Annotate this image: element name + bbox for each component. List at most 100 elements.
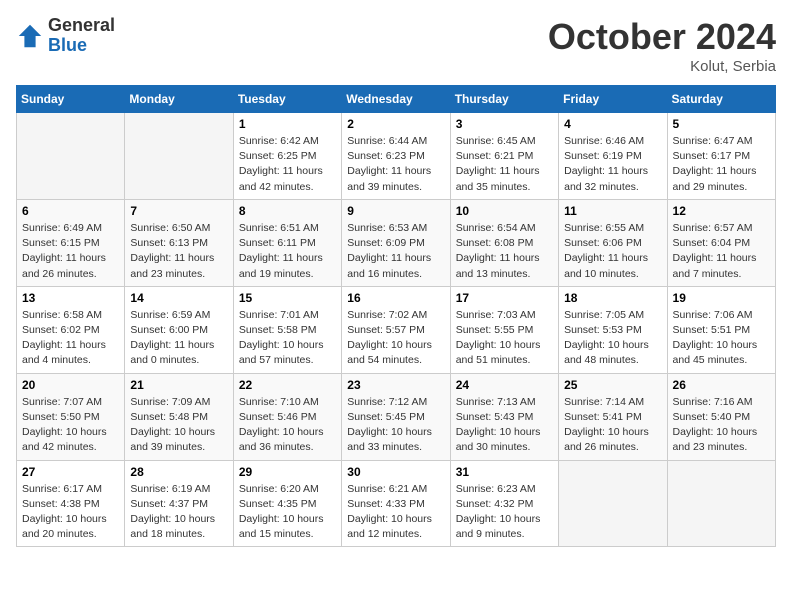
calendar-cell: 9Sunrise: 6:53 AMSunset: 6:09 PMDaylight… <box>342 199 450 286</box>
day-number: 4 <box>564 117 661 131</box>
calendar-cell: 16 Sunrise: 7:02 AMSunset: 5:57 PMDayligh… <box>342 286 450 373</box>
day-number: 28 <box>130 465 227 479</box>
day-number: 6 <box>22 204 119 218</box>
weekday-header: Friday <box>559 86 667 113</box>
day-info: Sunrise: 6:55 AMSunset: 6:06 PMDaylight:… <box>564 221 661 282</box>
calendar-cell: 21 Sunrise: 7:09 AMSunset: 5:48 PMDayligh… <box>125 373 233 460</box>
logo-icon <box>16 22 44 50</box>
calendar-cell: 23Sunrise: 7:12 AMSunset: 5:45 PMDayligh… <box>342 373 450 460</box>
day-number: 15 <box>239 291 336 305</box>
day-number: 1 <box>239 117 336 131</box>
day-info: Sunrise: 7:06 AMSunset: 5:51 PMDaylight:… <box>673 308 770 369</box>
day-info: Sunrise: 7:01 AMSunset: 5:58 PMDaylight:… <box>239 308 336 369</box>
month-title: October 2024 <box>548 16 776 58</box>
calendar-cell: 3 Sunrise: 6:45 AMSunset: 6:21 PMDaylight… <box>450 113 558 200</box>
logo-text: General Blue <box>48 16 115 56</box>
logo-blue: Blue <box>48 36 115 56</box>
weekday-header: Thursday <box>450 86 558 113</box>
day-number: 21 <box>130 378 227 392</box>
calendar-cell: 17 Sunrise: 7:03 AMSunset: 5:55 PMDayligh… <box>450 286 558 373</box>
calendar-cell <box>559 460 667 547</box>
weekday-header: Tuesday <box>233 86 341 113</box>
day-number: 31 <box>456 465 553 479</box>
day-number: 30 <box>347 465 444 479</box>
day-number: 7 <box>130 204 227 218</box>
day-number: 13 <box>22 291 119 305</box>
day-number: 24 <box>456 378 553 392</box>
calendar-week-row: 1 Sunrise: 6:42 AMSunset: 6:25 PMDaylight… <box>17 113 776 200</box>
day-number: 17 <box>456 291 553 305</box>
calendar-cell: 29Sunrise: 6:20 AMSunset: 4:35 PMDayligh… <box>233 460 341 547</box>
day-number: 18 <box>564 291 661 305</box>
calendar-cell: 31 Sunrise: 6:23 AMSunset: 4:32 PMDayligh… <box>450 460 558 547</box>
day-info: Sunrise: 6:42 AMSunset: 6:25 PMDaylight:… <box>239 134 336 195</box>
logo-general: General <box>48 16 115 36</box>
title-block: October 2024 Kolut, Serbia <box>548 16 776 75</box>
weekday-header: Sunday <box>17 86 125 113</box>
day-number: 14 <box>130 291 227 305</box>
calendar-cell: 7Sunrise: 6:50 AMSunset: 6:13 PMDaylight… <box>125 199 233 286</box>
day-number: 29 <box>239 465 336 479</box>
day-info: Sunrise: 6:49 AMSunset: 6:15 PMDaylight:… <box>22 221 119 282</box>
day-number: 10 <box>456 204 553 218</box>
calendar-cell: 11 Sunrise: 6:55 AMSunset: 6:06 PMDayligh… <box>559 199 667 286</box>
day-number: 3 <box>456 117 553 131</box>
day-number: 5 <box>673 117 770 131</box>
day-info: Sunrise: 7:09 AMSunset: 5:48 PMDaylight:… <box>130 395 227 456</box>
calendar-cell: 10Sunrise: 6:54 AMSunset: 6:08 PMDayligh… <box>450 199 558 286</box>
calendar-cell: 22 Sunrise: 7:10 AMSunset: 5:46 PMDayligh… <box>233 373 341 460</box>
day-info: Sunrise: 7:02 AMSunset: 5:57 PMDaylight:… <box>347 308 444 369</box>
day-info: Sunrise: 6:23 AMSunset: 4:32 PMDaylight:… <box>456 482 553 543</box>
location: Kolut, Serbia <box>548 58 776 75</box>
day-number: 25 <box>564 378 661 392</box>
day-number: 20 <box>22 378 119 392</box>
day-number: 8 <box>239 204 336 218</box>
day-info: Sunrise: 6:17 AMSunset: 4:38 PMDaylight:… <box>22 482 119 543</box>
calendar-cell: 8 Sunrise: 6:51 AMSunset: 6:11 PMDaylight… <box>233 199 341 286</box>
day-number: 27 <box>22 465 119 479</box>
calendar: SundayMondayTuesdayWednesdayThursdayFrid… <box>16 85 776 547</box>
day-info: Sunrise: 6:46 AMSunset: 6:19 PMDaylight:… <box>564 134 661 195</box>
calendar-cell: 1 Sunrise: 6:42 AMSunset: 6:25 PMDaylight… <box>233 113 341 200</box>
day-info: Sunrise: 7:14 AMSunset: 5:41 PMDaylight:… <box>564 395 661 456</box>
calendar-cell: 4 Sunrise: 6:46 AMSunset: 6:19 PMDaylight… <box>559 113 667 200</box>
day-number: 11 <box>564 204 661 218</box>
page-header: General Blue October 2024 Kolut, Serbia <box>16 16 776 75</box>
day-info: Sunrise: 6:44 AMSunset: 6:23 PMDaylight:… <box>347 134 444 195</box>
day-info: Sunrise: 6:51 AMSunset: 6:11 PMDaylight:… <box>239 221 336 282</box>
day-info: Sunrise: 7:16 AMSunset: 5:40 PMDaylight:… <box>673 395 770 456</box>
day-number: 9 <box>347 204 444 218</box>
calendar-cell: 20 Sunrise: 7:07 AMSunset: 5:50 PMDayligh… <box>17 373 125 460</box>
day-info: Sunrise: 6:45 AMSunset: 6:21 PMDaylight:… <box>456 134 553 195</box>
weekday-header: Saturday <box>667 86 775 113</box>
calendar-cell: 2Sunrise: 6:44 AMSunset: 6:23 PMDaylight… <box>342 113 450 200</box>
day-number: 26 <box>673 378 770 392</box>
logo: General Blue <box>16 16 115 56</box>
day-info: Sunrise: 7:03 AMSunset: 5:55 PMDaylight:… <box>456 308 553 369</box>
day-info: Sunrise: 7:10 AMSunset: 5:46 PMDaylight:… <box>239 395 336 456</box>
day-number: 22 <box>239 378 336 392</box>
day-info: Sunrise: 7:05 AMSunset: 5:53 PMDaylight:… <box>564 308 661 369</box>
calendar-week-row: 6 Sunrise: 6:49 AMSunset: 6:15 PMDaylight… <box>17 199 776 286</box>
calendar-cell: 12 Sunrise: 6:57 AMSunset: 6:04 PMDayligh… <box>667 199 775 286</box>
calendar-header-row: SundayMondayTuesdayWednesdayThursdayFrid… <box>17 86 776 113</box>
day-number: 12 <box>673 204 770 218</box>
calendar-cell: 25 Sunrise: 7:14 AMSunset: 5:41 PMDayligh… <box>559 373 667 460</box>
calendar-week-row: 20 Sunrise: 7:07 AMSunset: 5:50 PMDayligh… <box>17 373 776 460</box>
calendar-cell: 14 Sunrise: 6:59 AMSunset: 6:00 PMDayligh… <box>125 286 233 373</box>
calendar-cell: 18 Sunrise: 7:05 AMSunset: 5:53 PMDayligh… <box>559 286 667 373</box>
day-info: Sunrise: 6:19 AMSunset: 4:37 PMDaylight:… <box>130 482 227 543</box>
weekday-header: Monday <box>125 86 233 113</box>
day-info: Sunrise: 7:07 AMSunset: 5:50 PMDaylight:… <box>22 395 119 456</box>
calendar-cell: 28 Sunrise: 6:19 AMSunset: 4:37 PMDayligh… <box>125 460 233 547</box>
day-number: 23 <box>347 378 444 392</box>
day-info: Sunrise: 6:57 AMSunset: 6:04 PMDaylight:… <box>673 221 770 282</box>
day-info: Sunrise: 6:21 AMSunset: 4:33 PMDaylight:… <box>347 482 444 543</box>
day-info: Sunrise: 6:59 AMSunset: 6:00 PMDaylight:… <box>130 308 227 369</box>
calendar-cell: 19 Sunrise: 7:06 AMSunset: 5:51 PMDayligh… <box>667 286 775 373</box>
day-number: 19 <box>673 291 770 305</box>
calendar-cell <box>667 460 775 547</box>
calendar-cell: 5Sunrise: 6:47 AMSunset: 6:17 PMDaylight… <box>667 113 775 200</box>
calendar-week-row: 13Sunrise: 6:58 AMSunset: 6:02 PMDayligh… <box>17 286 776 373</box>
day-number: 16 <box>347 291 444 305</box>
